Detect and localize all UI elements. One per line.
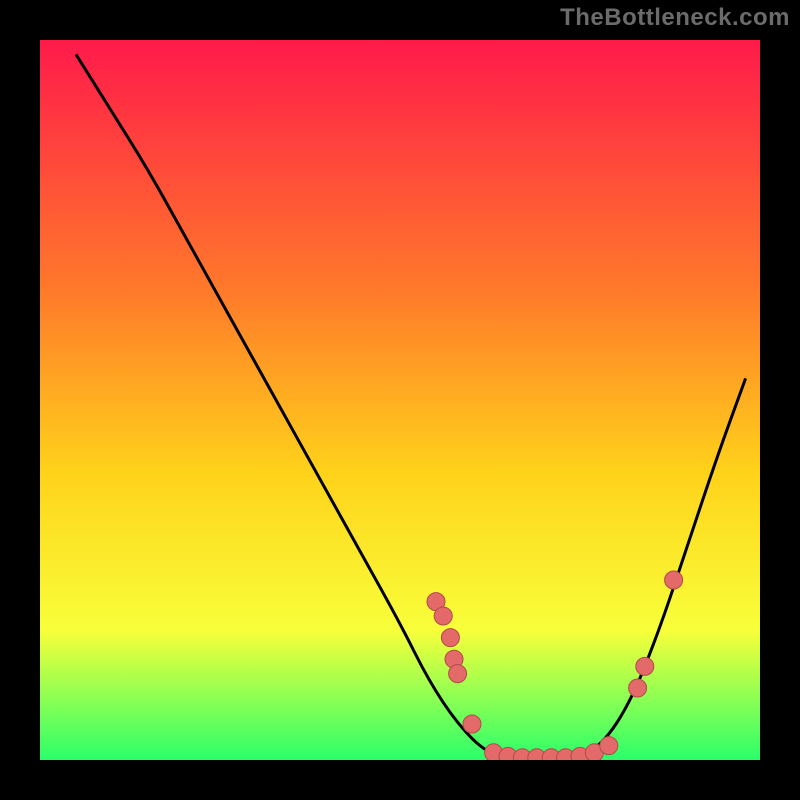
- data-dot: [600, 737, 618, 755]
- chart-svg: [40, 40, 760, 760]
- plot-area: [40, 40, 760, 760]
- chart-container: TheBottleneck.com: [0, 0, 800, 800]
- data-dot: [629, 679, 647, 697]
- data-dot: [463, 715, 481, 733]
- watermark-text: TheBottleneck.com: [560, 4, 790, 32]
- data-dot: [636, 657, 654, 675]
- data-dot: [665, 571, 683, 589]
- data-dot: [441, 629, 459, 647]
- data-dot: [449, 665, 467, 683]
- data-dot: [434, 607, 452, 625]
